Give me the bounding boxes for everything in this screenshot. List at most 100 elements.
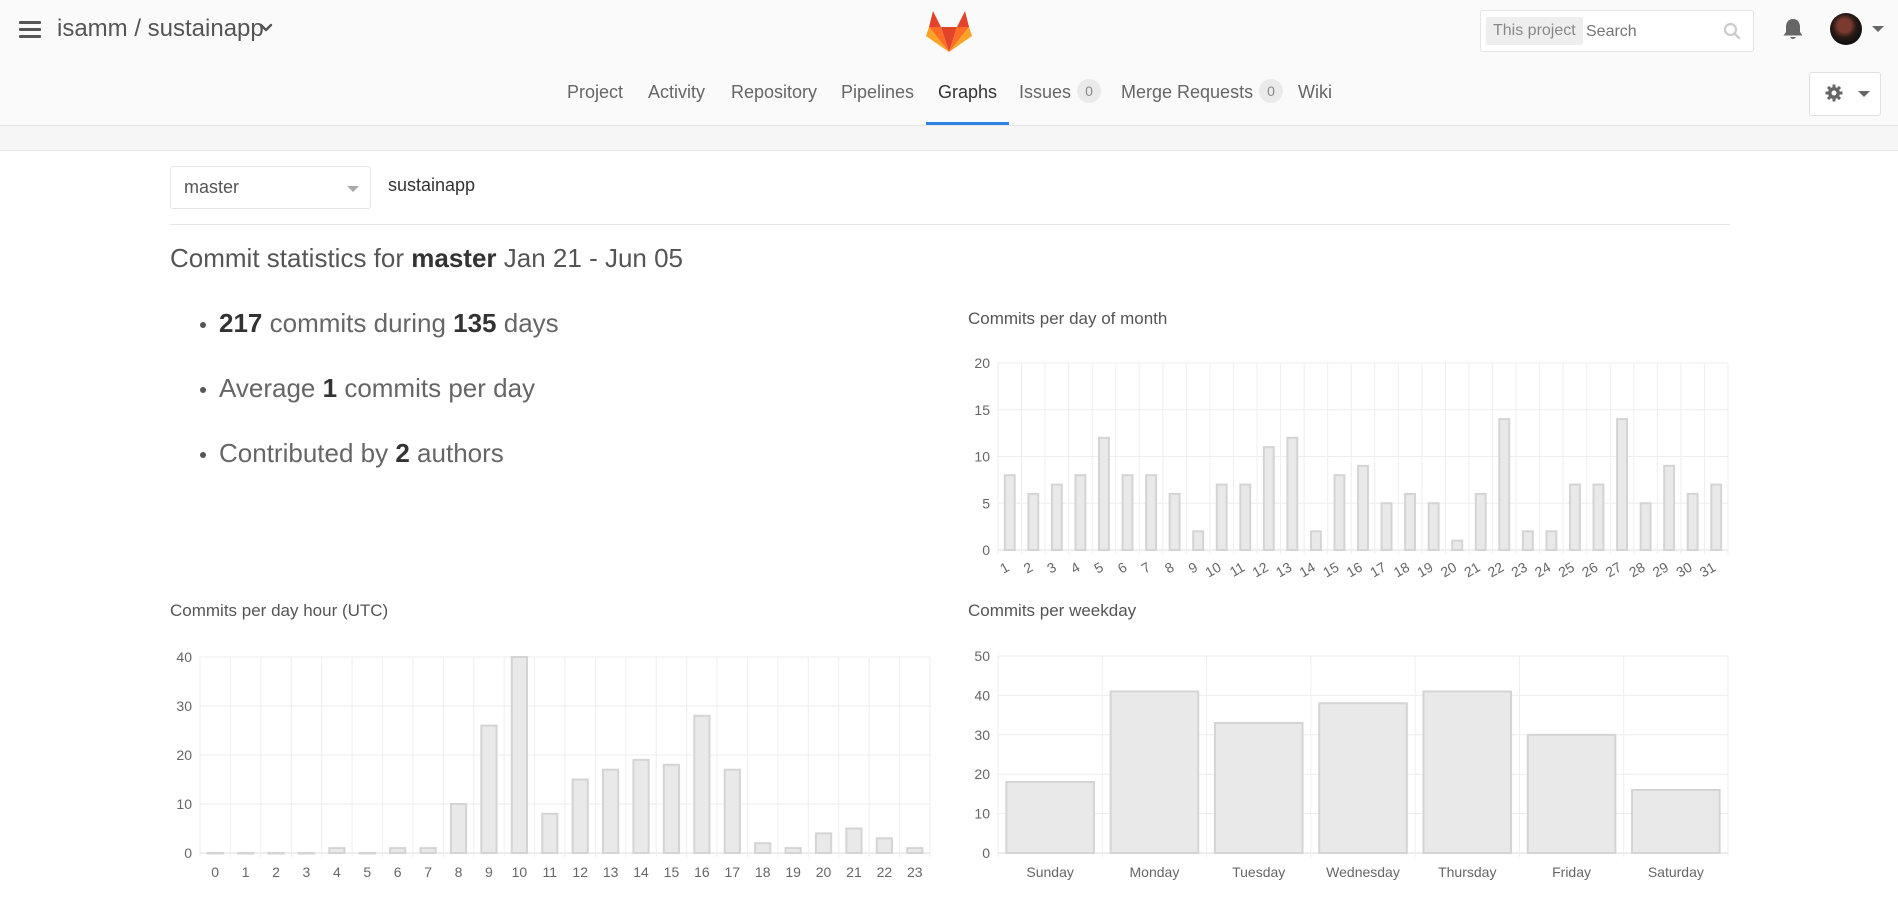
tab-label: Issues [1019, 82, 1072, 102]
bar [480, 724, 498, 854]
x-tick-label: Monday [1130, 864, 1180, 880]
search-input[interactable] [1584, 17, 1708, 47]
bar [328, 847, 346, 855]
stats-commits: 217 commits during 135 days [219, 308, 559, 339]
x-tick-label: 3 [303, 864, 311, 880]
tab-pipelines[interactable]: Pipelines [841, 62, 914, 125]
bar [1074, 474, 1087, 551]
gitlab-logo[interactable] [925, 8, 973, 54]
x-tick-label: 26 [1579, 559, 1601, 581]
project-title[interactable]: isamm / sustainapp [57, 15, 264, 43]
bar [419, 847, 437, 855]
commits-text: commits during [269, 308, 446, 338]
tab-issues[interactable]: Issues 0 [1019, 62, 1102, 125]
bar [1318, 702, 1408, 854]
bar [1474, 492, 1487, 551]
bar [1427, 502, 1440, 551]
x-tick-label: 5 [363, 864, 371, 880]
bar [1286, 436, 1299, 551]
x-tick-label: 31 [1697, 559, 1719, 581]
x-tick-label: 22 [877, 864, 893, 880]
chevron-down-icon[interactable] [258, 20, 274, 36]
x-tick-label: 4 [1068, 559, 1083, 577]
day-of-month-chart: 051015201 2 3 4 5 6 7 8 9 10 11 12 13 14 15 16 17 18 19 20 2… [974, 355, 1729, 581]
bar [723, 768, 741, 854]
x-tick-label: 7 [1138, 559, 1153, 577]
bell-icon[interactable] [1782, 17, 1804, 41]
tab-label: Project [567, 82, 624, 102]
chart-title-day-hour: Commits per day hour (UTC) [170, 601, 389, 620]
hamburger-icon[interactable] [19, 21, 41, 39]
bullet [200, 322, 206, 328]
heading-branch: master [411, 243, 497, 273]
average-prefix: Average [219, 373, 316, 403]
x-tick-label: 16 [694, 864, 710, 880]
y-tick-label: 0 [184, 845, 192, 861]
commit-count: 217 [219, 308, 263, 338]
bar [845, 827, 863, 854]
bar [814, 832, 833, 854]
bar [358, 852, 376, 855]
avatar[interactable] [1830, 13, 1862, 45]
bar [1192, 530, 1205, 552]
average-suffix: commits per day [344, 373, 536, 403]
bar [1404, 492, 1417, 551]
x-tick-label: 15 [1320, 559, 1342, 581]
x-tick-label: Saturday [1648, 864, 1704, 880]
x-tick-label: 14 [1296, 559, 1318, 581]
x-tick-label: 3 [1044, 559, 1059, 577]
search-scope-label[interactable]: This project [1486, 17, 1583, 45]
branch-dropdown[interactable]: master [170, 166, 371, 209]
bar [1309, 530, 1322, 552]
tab-label: Graphs [938, 82, 998, 102]
bar [1451, 539, 1464, 551]
heading-prefix: Commit statistics for [170, 243, 405, 273]
bar [662, 763, 681, 854]
y-tick-label: 40 [176, 649, 192, 665]
settings-button[interactable] [1809, 72, 1881, 116]
bar [1616, 418, 1628, 551]
x-tick-label: 11 [543, 864, 558, 880]
x-tick-label: 11 [1227, 559, 1248, 580]
bar [906, 847, 924, 855]
tab-merge-requests[interactable]: Merge Requests 0 [1121, 62, 1284, 125]
bar [1639, 502, 1652, 551]
bar [1145, 474, 1158, 551]
x-tick-label: 23 [1508, 559, 1530, 581]
tab-wiki[interactable]: Wiki [1298, 62, 1332, 125]
bar [1213, 721, 1304, 855]
x-tick-label: 10 [1202, 559, 1224, 581]
authors-suffix: authors [417, 438, 504, 468]
x-tick-label: 24 [1532, 559, 1554, 581]
heading-range: Jan 21 - Jun 05 [503, 243, 684, 273]
bar [1592, 483, 1605, 551]
tab-label: Pipelines [841, 82, 915, 102]
tab-repository[interactable]: Repository [731, 62, 817, 125]
tab-graphs[interactable]: Graphs [926, 62, 1010, 125]
bar [1568, 483, 1581, 551]
y-tick-label: 15 [974, 402, 990, 418]
bar [1109, 690, 1200, 854]
x-tick-label: 19 [785, 864, 801, 880]
x-tick-label: 18 [755, 864, 771, 880]
x-tick-label: 7 [424, 864, 432, 880]
bar [632, 758, 650, 854]
bar [1686, 492, 1699, 551]
caret-down-icon[interactable] [1872, 26, 1884, 32]
tab-project[interactable]: Project [567, 62, 623, 125]
bullet [200, 387, 206, 393]
search-box[interactable]: This project [1480, 10, 1754, 52]
bar [389, 847, 407, 855]
bar [1098, 436, 1110, 551]
bar [754, 842, 772, 854]
bar [1003, 474, 1016, 551]
bar [1526, 733, 1617, 854]
y-tick-label: 20 [974, 766, 990, 782]
bar [297, 852, 316, 855]
bullet [200, 452, 206, 458]
x-tick-label: 23 [907, 864, 923, 880]
x-tick-label: 8 [1162, 559, 1177, 577]
x-tick-label: 15 [664, 864, 680, 880]
bar [206, 852, 224, 855]
tab-activity[interactable]: Activity [648, 62, 705, 125]
